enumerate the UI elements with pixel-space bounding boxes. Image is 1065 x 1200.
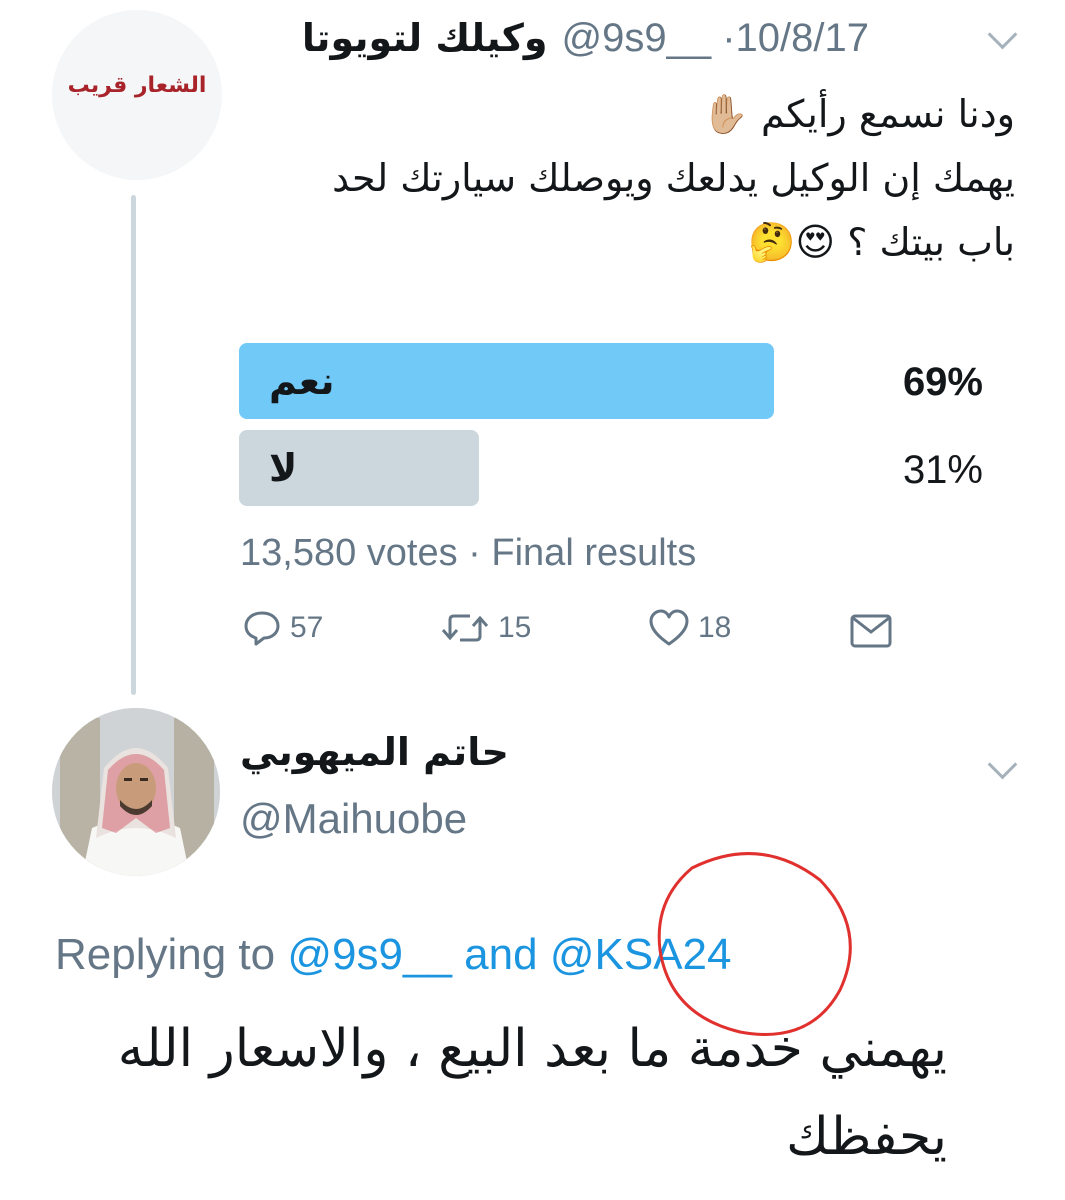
tweet-line: باب بيتك ؟ 😍🤔 bbox=[748, 220, 1015, 264]
and-text: and bbox=[464, 930, 538, 979]
avatar[interactable] bbox=[52, 708, 220, 876]
reply-icon bbox=[244, 611, 280, 646]
thread-line bbox=[131, 195, 136, 695]
like-count: 18 bbox=[698, 611, 732, 644]
heart-icon bbox=[649, 609, 689, 646]
direct-message-button[interactable] bbox=[850, 614, 892, 648]
poll-votes: 13,580 votes bbox=[240, 532, 458, 574]
poll-option-percent: 69% bbox=[902, 360, 983, 404]
tweet-header: وكيلك لتويوتا @9s9__ ·10/8/17 bbox=[302, 8, 869, 68]
poll-option-yes-bar[interactable]: نعم bbox=[239, 343, 774, 419]
tweet-date[interactable]: 10/8/17 bbox=[736, 16, 869, 60]
poll-meta: 13,580 votes · Final results bbox=[240, 532, 697, 574]
chevron-down-icon[interactable] bbox=[987, 749, 1018, 780]
poll-option-label: نعم bbox=[269, 359, 335, 403]
reply-display-name[interactable]: حاتم الميهوبي bbox=[240, 730, 509, 774]
reply-handle[interactable]: @Maihuobe bbox=[240, 795, 467, 843]
face-emoji: 😍🤔 bbox=[748, 220, 836, 264]
avatar-logo-text: الشعار قريب bbox=[67, 72, 207, 98]
like-button[interactable]: 18 bbox=[648, 608, 731, 648]
avatar[interactable]: الشعار قريب bbox=[52, 10, 222, 180]
retweet-icon bbox=[441, 614, 489, 642]
reply-button[interactable]: 57 bbox=[242, 608, 323, 648]
raised-hand-emoji: ✋🏼 bbox=[701, 92, 749, 136]
retweet-button[interactable]: 15 bbox=[440, 608, 531, 648]
poll-option-percent: 31% bbox=[902, 448, 983, 492]
user-photo bbox=[52, 708, 220, 876]
mention-link[interactable]: @9s9__ bbox=[287, 930, 452, 979]
chevron-down-icon[interactable] bbox=[987, 19, 1018, 50]
reply-text: يهمني خدمة ما بعد البيع ، والاسعار الله … bbox=[117, 1019, 947, 1167]
tweet-text: ودنا نسمع رأيكم ✋🏼 يهمك إن الوكيل يدلعك … bbox=[255, 82, 1015, 274]
retweet-count: 15 bbox=[498, 611, 532, 644]
poll-status: Final results bbox=[491, 532, 697, 574]
handle-date: @9s9__ ·10/8/17 bbox=[561, 15, 870, 60]
poll-option-no-bar[interactable]: لا bbox=[239, 430, 479, 506]
replying-prefix: Replying to bbox=[55, 930, 276, 979]
display-name[interactable]: وكيلك لتويوتا bbox=[302, 16, 548, 60]
replying-to: Replying to @9s9__ and @KSA24 bbox=[55, 930, 731, 980]
tweet-line: يهمك إن الوكيل يدلعك ويوصلك سيارتك لحد bbox=[332, 156, 1015, 200]
poll-option-label: لا bbox=[269, 446, 298, 490]
handle[interactable]: @9s9__ bbox=[562, 16, 712, 60]
reply-count: 57 bbox=[290, 611, 324, 644]
envelope-icon bbox=[850, 614, 892, 648]
tweet-line: ودنا نسمع رأيكم ✋🏼 bbox=[701, 92, 1015, 136]
